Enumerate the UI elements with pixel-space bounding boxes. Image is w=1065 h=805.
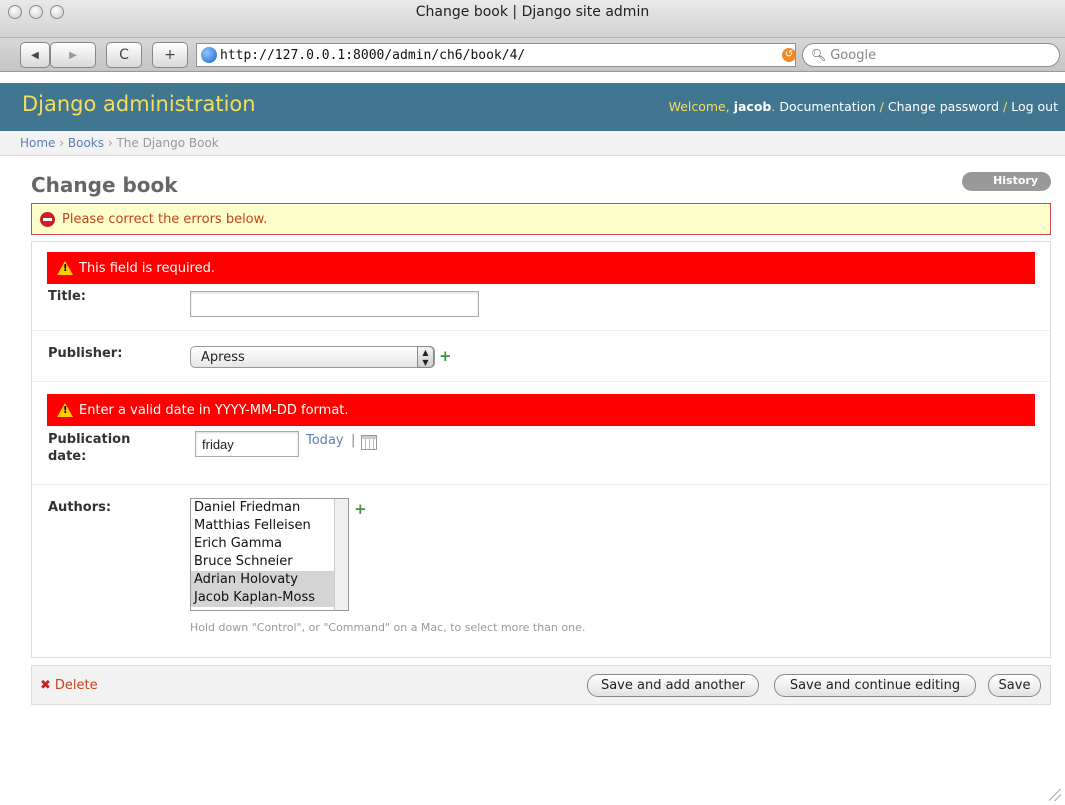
breadcrumb-books-link[interactable]: Books [68, 136, 104, 150]
search-field[interactable]: 🔍︎ Google [802, 43, 1060, 67]
breadcrumb-home-link[interactable]: Home [20, 136, 55, 150]
today-link[interactable]: Today [306, 433, 344, 448]
form-row-authors: Authors: Daniel Friedman Matthias Felleis… [32, 485, 1050, 657]
page-title: Change book [31, 173, 178, 197]
publication-date-label-line2: date: [48, 449, 87, 464]
globe-icon [201, 47, 217, 63]
error-note: Please correct the errors below. [31, 203, 1051, 235]
publication-date-label-line1: Publication [48, 432, 131, 447]
welcome-text: Welcome, [668, 99, 734, 114]
forward-button[interactable]: ▶ [50, 42, 96, 68]
add-author-icon[interactable]: + [354, 502, 367, 517]
plus-icon: + [164, 47, 176, 63]
publication-date-error: Enter a valid date in YYYY-MM-DD format. [47, 394, 1035, 426]
window-title: Change book | Django site admin [415, 4, 650, 20]
form-row-title: This field is required. Title: [32, 242, 1050, 331]
author-option[interactable]: Daniel Friedman [191, 499, 348, 517]
search-icon: 🔍︎ [811, 48, 827, 62]
save-button[interactable]: Save [988, 674, 1041, 697]
user-tools: Welcome, jacob. Documentation / Change p… [669, 99, 1058, 114]
delete-link[interactable]: ✖ Delete [40, 678, 98, 693]
address-bar[interactable]: http://127.0.0.1:8000/admin/ch6/book/4/ [196, 43, 796, 67]
author-option[interactable]: Matthias Felleisen [191, 517, 348, 535]
author-option[interactable]: Bruce Schneier [191, 553, 348, 571]
breadcrumb-separator: › [55, 136, 68, 150]
site-branding[interactable]: Django administration [22, 92, 256, 116]
author-option[interactable]: Erich Gamma [191, 535, 348, 553]
breadcrumb-separator: › [104, 136, 117, 150]
back-button[interactable]: ◀ [20, 42, 50, 68]
authors-help-text: Hold down "Control", or "Command" on a M… [190, 621, 586, 634]
publisher-label: Publisher: [48, 346, 123, 361]
delete-icon: ✖ [40, 678, 51, 693]
authors-multiselect[interactable]: Daniel Friedman Matthias Felleisen Erich G… [190, 498, 349, 611]
back-arrow-icon: ◀ [31, 49, 39, 61]
documentation-link[interactable]: Documentation [779, 99, 875, 114]
select-arrows-icon: ▲ ▼ [417, 346, 434, 368]
url-text: http://127.0.0.1:8000/admin/ch6/book/4/ [220, 47, 526, 63]
error-note-text: Please correct the errors below. [62, 211, 268, 227]
browser-toolbar: ◀ ▶ C + http://127.0.0.1:8000/admin/ch6/… [0, 38, 1065, 72]
history-button[interactable]: History [962, 172, 1051, 191]
publication-date-error-text: Enter a valid date in YYYY-MM-DD format. [79, 402, 349, 418]
add-publisher-icon[interactable]: + [439, 349, 452, 364]
submit-row: ✖ Delete Save and add another Save and c… [31, 665, 1051, 705]
logout-link[interactable]: Log out [1011, 99, 1058, 114]
title-label: Title: [48, 289, 87, 304]
authors-label: Authors: [48, 500, 112, 515]
error-icon [40, 211, 55, 227]
publisher-select[interactable]: Apress ▲ ▼ [190, 346, 435, 368]
title-input[interactable] [190, 291, 479, 317]
authors-scrollbar[interactable] [334, 499, 348, 610]
author-option[interactable]: Adrian Holovaty [191, 571, 348, 589]
form-row-publisher: Publisher: Apress ▲ ▼ + [32, 331, 1050, 382]
author-option[interactable]: Jacob Kaplan-Moss [191, 589, 348, 607]
calendar-icon[interactable] [361, 435, 377, 450]
delete-label: Delete [54, 678, 98, 693]
breadcrumb-current: The Django Book [116, 136, 219, 150]
breadcrumb: Home › Books › The Django Book [0, 131, 1065, 156]
snapback-icon[interactable]: ↺ [782, 48, 796, 62]
save-and-continue-button[interactable]: Save and continue editing [774, 674, 976, 697]
reload-icon: C [119, 47, 129, 63]
username: jacob [733, 99, 772, 114]
book-form: This field is required. Title: Publisher… [31, 241, 1051, 658]
user-tools-separator: / [875, 99, 888, 114]
publisher-selected-value: Apress [201, 350, 245, 365]
publication-date-input[interactable] [195, 431, 299, 457]
add-bookmark-button[interactable]: + [152, 42, 188, 68]
date-shortcut-separator: | [351, 433, 356, 448]
site-header: Django administration Welcome, jacob. Do… [0, 83, 1065, 131]
reload-button[interactable]: C [106, 42, 142, 68]
title-error-text: This field is required. [79, 260, 215, 276]
warning-icon [57, 261, 73, 275]
title-error: This field is required. [47, 252, 1035, 284]
forward-arrow-icon: ▶ [69, 49, 77, 61]
user-tools-separator: / [999, 99, 1012, 114]
form-row-publication-date: Enter a valid date in YYYY-MM-DD format.… [32, 382, 1050, 485]
publication-date-label: Publication date: [48, 431, 130, 465]
warning-icon [57, 403, 73, 417]
save-and-add-another-button[interactable]: Save and add another [587, 674, 759, 697]
resize-grip-icon[interactable] [1049, 789, 1061, 801]
authors-options: Daniel Friedman Matthias Felleisen Erich G… [191, 499, 348, 607]
change-password-link[interactable]: Change password [888, 99, 999, 114]
search-placeholder: Google [830, 47, 877, 63]
window-titlebar: Change book | Django site admin [0, 0, 1065, 38]
